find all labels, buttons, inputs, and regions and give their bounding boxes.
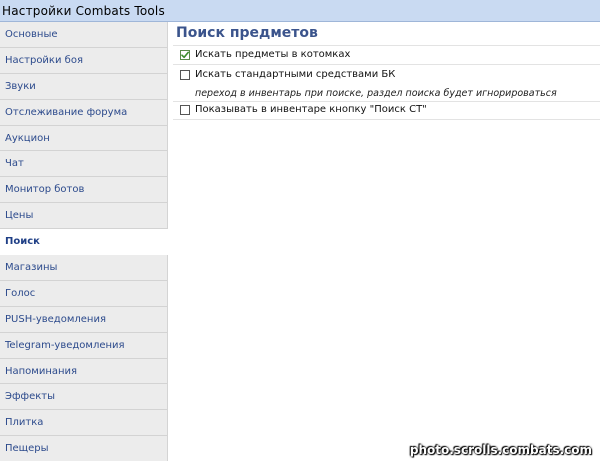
sidebar-item-shops[interactable]: Магазины: [0, 255, 167, 281]
checkmark-icon: [181, 51, 189, 59]
sidebar-item-push-notifications[interactable]: PUSH-уведомления: [0, 307, 167, 333]
settings-content: Поиск предметов Искать предметы в котомк…: [168, 22, 600, 461]
show-search-button-checkbox[interactable]: [180, 105, 190, 115]
option-row-search-in-bags: Искать предметы в котомках: [173, 45, 600, 65]
sidebar-item-tiles[interactable]: Плитка: [0, 410, 167, 437]
option-label: Искать предметы в котомках: [195, 49, 351, 60]
sidebar-item-battle-settings[interactable]: Настройки боя: [0, 48, 167, 74]
sidebar-item-sounds[interactable]: Звуки: [0, 74, 167, 100]
window-title: Настройки Combats Tools: [2, 4, 165, 18]
sidebar-item-search[interactable]: Поиск: [0, 229, 168, 256]
option-label: Искать стандартными средствами БК: [195, 69, 396, 80]
option-row-show-search-button: Показывать в инвентаре кнопку "Поиск СТ": [173, 102, 600, 120]
option-row-standard-search: Искать стандартными средствами БК перехо…: [173, 65, 600, 102]
settings-window: Настройки Combats Tools Основные Настрой…: [0, 0, 600, 461]
search-in-bags-checkbox[interactable]: [180, 50, 190, 60]
watermark: photo.scrolls.combats.com: [409, 443, 592, 457]
sidebar-item-chat[interactable]: Чат: [0, 151, 167, 178]
sidebar-item-bot-monitor[interactable]: Монитор ботов: [0, 177, 167, 204]
sidebar-item-effects[interactable]: Эффекты: [0, 384, 167, 411]
sidebar-item-auction[interactable]: Аукцион: [0, 126, 167, 152]
option-label: Показывать в инвентаре кнопку "Поиск СТ": [195, 104, 427, 115]
sidebar-item-reminders[interactable]: Напоминания: [0, 359, 167, 385]
sidebar-item-main[interactable]: Основные: [0, 22, 167, 48]
sidebar-item-prices[interactable]: Цены: [0, 203, 167, 230]
option-note: переход в инвентарь при поиске, раздел п…: [195, 88, 557, 99]
sidebar-item-forum-tracking[interactable]: Отслеживание форума: [0, 100, 167, 126]
page-title: Поиск предметов: [176, 25, 318, 41]
sidebar-item-voice[interactable]: Голос: [0, 281, 167, 307]
sidebar-item-caves[interactable]: Пещеры: [0, 436, 167, 461]
sidebar-item-telegram-notifications[interactable]: Telegram-уведомления: [0, 333, 167, 359]
title-bar[interactable]: Настройки Combats Tools: [0, 0, 600, 22]
settings-sidebar: Основные Настройки боя Звуки Отслеживани…: [0, 22, 168, 461]
standard-search-checkbox[interactable]: [180, 70, 190, 80]
